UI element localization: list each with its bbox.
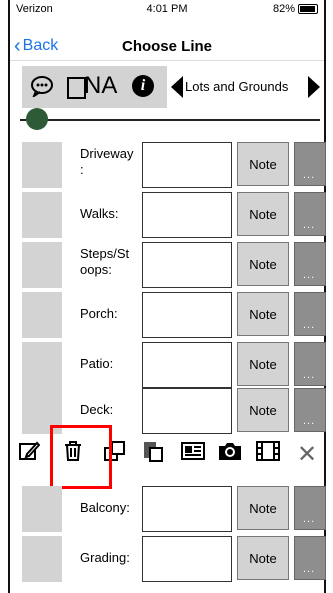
row-input[interactable] (142, 242, 232, 288)
list-item[interactable]: Driveway : Note ... (22, 142, 326, 188)
slider-track[interactable] (20, 119, 320, 121)
more-label: ... (303, 369, 316, 381)
more-label: ... (303, 169, 316, 181)
slider-handle[interactable] (26, 108, 48, 130)
note-button[interactable]: Note (237, 388, 289, 432)
note-button[interactable]: Note (237, 486, 289, 530)
prev-section-icon[interactable] (171, 76, 183, 98)
row-label: Deck: (80, 402, 114, 417)
row-swatch[interactable] (22, 142, 62, 188)
row-swatch[interactable] (22, 342, 62, 388)
speech-bubble-icon[interactable] (30, 75, 54, 103)
status-bar: Verizon 4:01 PM 82% (10, 0, 324, 18)
note-button[interactable]: Note (237, 536, 289, 580)
nav-bar: ‹ Back Choose Line (10, 34, 324, 61)
film-icon[interactable] (255, 440, 281, 468)
list-item[interactable]: Walks: Note ... (22, 192, 326, 238)
camera-icon[interactable] (217, 440, 243, 468)
row-label: Porch: (80, 306, 118, 321)
row-label: Steps/St oops: (80, 246, 130, 277)
pencil-icon[interactable] (18, 440, 41, 468)
row-label: Walks: (80, 206, 119, 221)
note-button[interactable]: Note (237, 242, 289, 286)
line-toolbar: NA i Lots and Grounds (22, 66, 322, 108)
more-label: ... (303, 219, 316, 231)
row-label: Driveway : (80, 146, 134, 177)
more-button[interactable]: ... (294, 242, 326, 286)
na-label: NA (84, 72, 118, 99)
more-button[interactable]: ... (294, 536, 326, 580)
page-title: Choose Line (121, 38, 212, 55)
row-input[interactable] (142, 388, 232, 434)
row-input[interactable] (142, 292, 232, 338)
card-icon[interactable] (180, 440, 206, 468)
row-label: Grading: (80, 550, 130, 565)
trash-highlight (50, 425, 112, 489)
battery-indicator: 82% (273, 3, 318, 15)
paste-icon[interactable] (142, 440, 166, 468)
row-input[interactable] (142, 342, 232, 388)
list-item[interactable]: Patio: Note ... (22, 342, 326, 388)
more-label: ... (303, 269, 316, 281)
note-button[interactable]: Note (237, 192, 289, 236)
list-item[interactable]: Steps/St oops: Note ... (22, 242, 326, 288)
more-label: ... (303, 513, 316, 525)
note-button[interactable]: Note (237, 142, 289, 186)
info-icon[interactable]: i (132, 75, 154, 97)
row-swatch[interactable] (22, 536, 62, 582)
list-item[interactable]: Grading: Note ... (22, 536, 326, 582)
battery-icon (298, 4, 318, 14)
close-icon[interactable]: ✕ (297, 440, 317, 469)
row-swatch[interactable] (22, 486, 62, 532)
more-button[interactable]: ... (294, 142, 326, 186)
more-button[interactable]: ... (294, 292, 326, 336)
row-swatch[interactable] (22, 192, 62, 238)
more-button[interactable]: ... (294, 192, 326, 236)
section-selector: Lots and Grounds (167, 66, 322, 108)
more-button[interactable]: ... (294, 342, 326, 386)
row-label: Balcony: (80, 500, 130, 515)
phone-frame: Verizon 4:01 PM 82% ‹ Back Choose Line N… (8, 0, 326, 593)
more-label: ... (303, 563, 316, 575)
row-input[interactable] (142, 486, 232, 532)
list-item[interactable]: Porch: Note ... (22, 292, 326, 338)
more-button[interactable]: ... (294, 486, 326, 530)
section-label: Lots and Grounds (185, 79, 289, 94)
list-item[interactable]: Balcony: Note ... (22, 486, 326, 532)
note-button[interactable]: Note (237, 342, 289, 386)
row-swatch[interactable] (22, 292, 62, 338)
more-label: ... (303, 415, 316, 427)
row-input[interactable] (142, 536, 232, 582)
row-label: Patio: (80, 356, 114, 371)
row-input[interactable] (142, 192, 232, 238)
more-button[interactable]: ... (294, 388, 326, 432)
row-swatch[interactable] (22, 242, 62, 288)
row-input[interactable] (142, 142, 232, 188)
battery-percent: 82% (272, 3, 295, 15)
more-label: ... (303, 319, 316, 331)
next-section-icon[interactable] (308, 76, 320, 98)
note-button[interactable]: Note (237, 292, 289, 336)
